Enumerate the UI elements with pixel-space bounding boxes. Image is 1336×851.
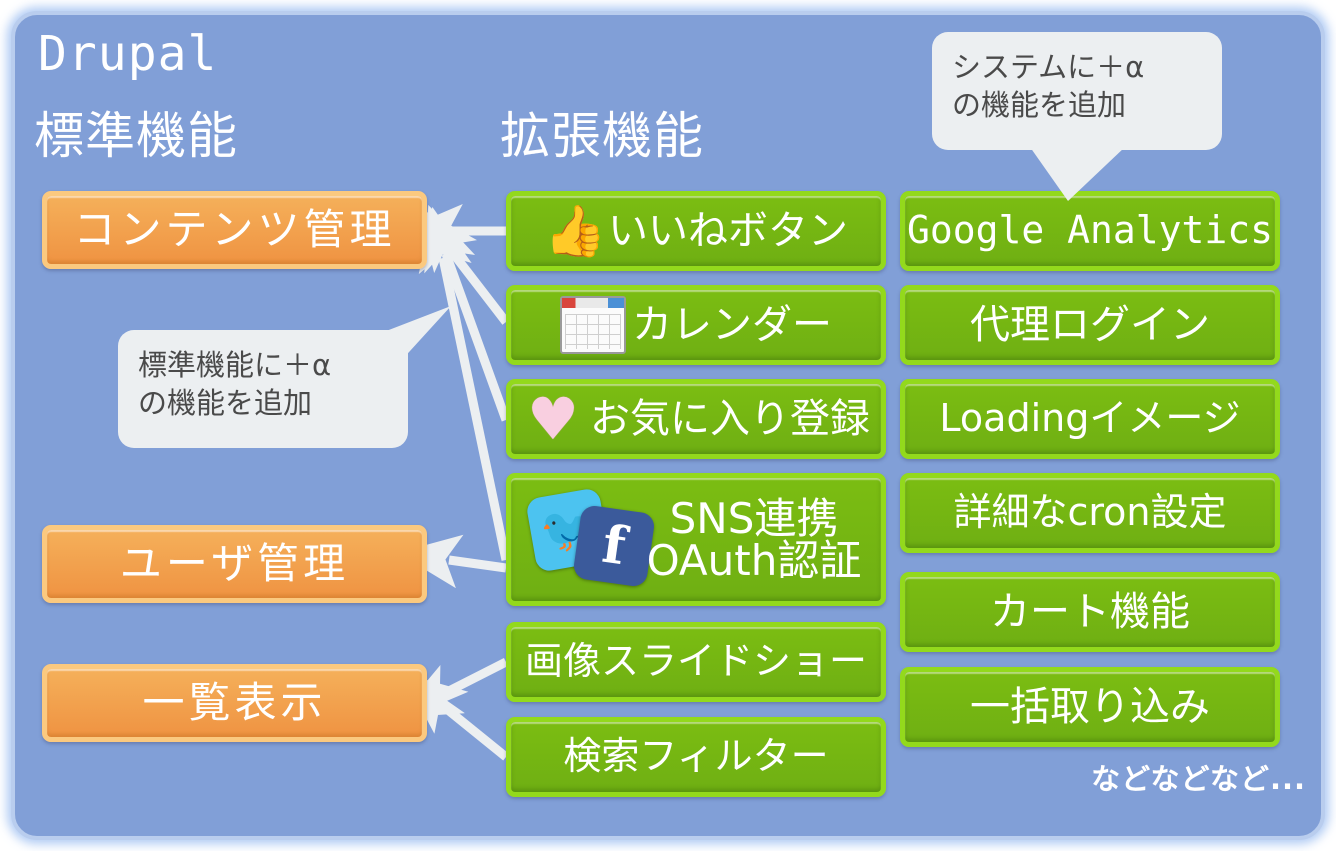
extension-box[interactable]: カレンダー <box>506 285 886 365</box>
standard-feature-box[interactable]: 一覧表示 <box>42 664 427 742</box>
extension-box[interactable]: 詳細なcron設定 <box>900 473 1280 553</box>
extension-box[interactable]: 🐦 f SNS連携 OAuth認証 <box>506 473 886 606</box>
sns-icon: 🐦 f <box>524 487 656 592</box>
extension-box[interactable]: 一括取り込み <box>900 667 1280 747</box>
extension-box[interactable]: 👍 いいねボタン <box>506 191 886 271</box>
calendar-icon <box>560 296 626 354</box>
column-heading-extension: 拡張機能 <box>500 107 704 165</box>
footer-note: などなどなど... <box>1091 762 1306 796</box>
extension-box[interactable]: 代理ログイン <box>900 285 1280 365</box>
diagram-canvas: Drupal 標準機能 拡張機能 コンテンツ管理 ユーザ管理 一覧表示 👍 いい… <box>0 0 1336 851</box>
extension-box[interactable]: ♥ お気に入り登録 <box>506 379 886 459</box>
facebook-icon: f <box>571 504 656 588</box>
page-title: Drupal <box>38 26 218 82</box>
thumbs-up-icon: 👍 <box>544 202 607 260</box>
extension-box[interactable]: 画像スライドショー <box>506 622 886 702</box>
callout-standard-tail <box>363 306 451 374</box>
standard-feature-box[interactable]: ユーザ管理 <box>42 525 427 603</box>
callout-system: システムに＋α の機能を追加 <box>932 32 1222 150</box>
standard-feature-box[interactable]: コンテンツ管理 <box>42 191 427 269</box>
column-heading-standard: 標準機能 <box>34 107 238 165</box>
extension-box[interactable]: Loadingイメージ <box>900 379 1280 459</box>
extension-box[interactable]: 検索フィルター <box>506 717 886 797</box>
extension-box[interactable]: カート機能 <box>900 572 1280 652</box>
callout-system-tail <box>1030 147 1125 201</box>
heart-icon: ♥ <box>527 385 579 453</box>
